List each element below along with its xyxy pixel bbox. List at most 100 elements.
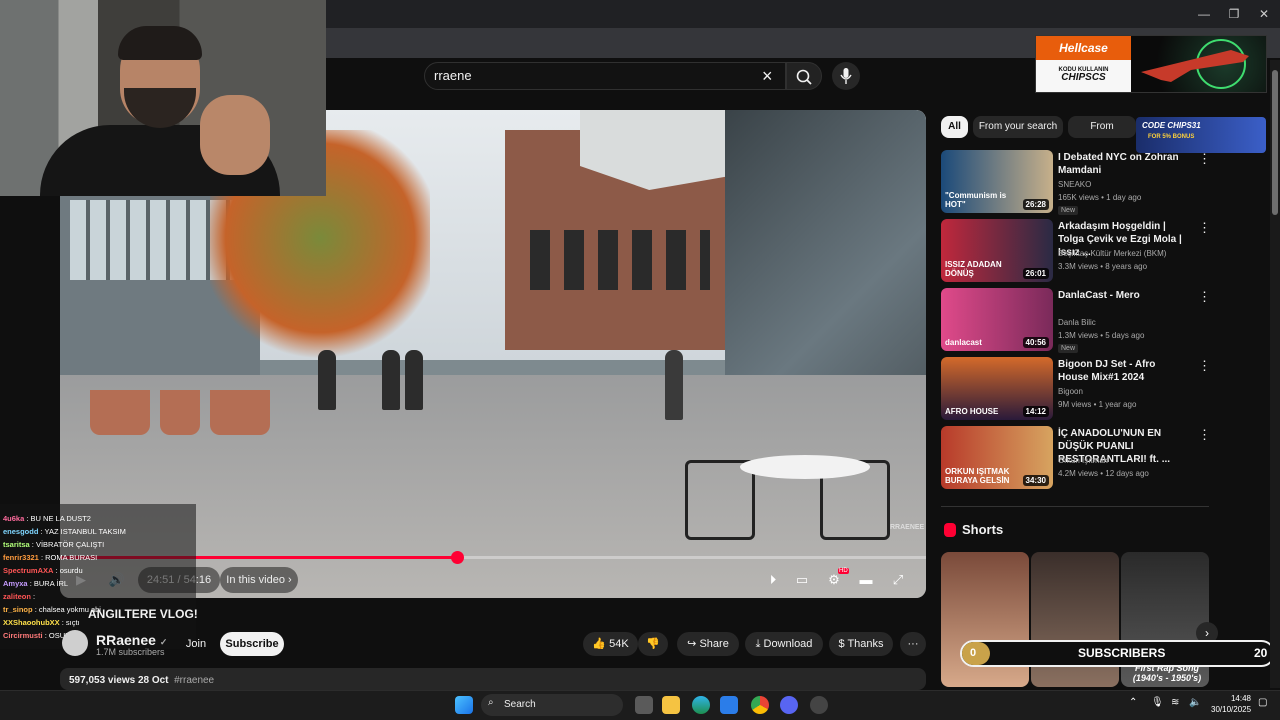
progress-scrubber[interactable]	[450, 551, 464, 564]
video-channel[interactable]: Danla Bilic	[1058, 318, 1096, 327]
theater-icon[interactable]: ▬	[853, 568, 879, 592]
stream-chat	[0, 504, 196, 649]
ad-mini-bonus: FOR 5% BONUS	[1148, 134, 1195, 140]
channel-subscribers: 1.7M subscribers	[96, 647, 165, 657]
video-menu-icon[interactable]: ⋮	[1198, 151, 1211, 167]
video-pedestrian	[405, 350, 423, 410]
video-menu-icon[interactable]: ⋮	[1198, 358, 1211, 374]
chat-username: Amyxa	[3, 579, 28, 588]
channel-name[interactable]: RRaenee ✓	[96, 632, 167, 648]
store-icon[interactable]	[720, 696, 738, 714]
video-channel[interactable]: SNEAKO	[1058, 180, 1091, 189]
webcam-beard	[124, 88, 196, 128]
chip-from-search[interactable]: From your search	[973, 116, 1063, 138]
video-thumbnail[interactable]: "Communism is HOT" 26:28	[941, 150, 1053, 213]
share-button[interactable]: ↪ Share	[677, 632, 739, 656]
clock-time: 14:48	[1230, 694, 1251, 703]
video-menu-icon[interactable]: ⋮	[1198, 220, 1211, 236]
taskbar-search[interactable]	[481, 694, 623, 716]
share-label: Share	[699, 638, 729, 650]
video-channel[interactable]: Bigoon	[1058, 387, 1083, 396]
clear-search-icon[interactable]: ×	[762, 66, 773, 87]
video-thumbnail[interactable]: ORKUN IŞITMAK BURAYA GELSİN 34:30	[941, 426, 1053, 489]
taskbar-clock[interactable]: 14:48 30/10/2025	[1211, 693, 1251, 715]
video-menu-icon[interactable]: ⋮	[1198, 427, 1211, 443]
voice-search-button[interactable]	[832, 62, 860, 90]
video-duration: 26:28	[1022, 199, 1049, 210]
chat-message: tsaritsa : VİBRATÖR ÇALIŞTI	[3, 540, 104, 549]
chat-message: fenrir3321 : ROMA BURASI	[3, 553, 97, 562]
description-text: 597,053 views 28 Oct #rraenee	[69, 675, 214, 686]
chip-all[interactable]: All	[941, 116, 968, 138]
views-date: 597,053 views 28 Oct	[69, 675, 169, 686]
chat-message: tr_sinop : chalsea yokmu abi	[3, 605, 101, 614]
file-explorer-icon[interactable]	[662, 696, 680, 714]
ad-mini-code: CODE CHIPS31	[1142, 121, 1201, 130]
chrome-icon[interactable]	[751, 696, 769, 714]
search-input[interactable]	[424, 62, 786, 90]
dislike-icon: 👎	[646, 638, 660, 650]
mic-tray-icon[interactable]: 🎙	[1151, 697, 1164, 708]
sub-goal-current: 0	[970, 647, 977, 659]
clock-date: 30/10/2025	[1211, 705, 1252, 714]
thumbnail-caption: ORKUN IŞITMAK BURAYA GELSİN	[945, 467, 1010, 485]
autoplay-icon[interactable]: ⏵	[760, 568, 786, 592]
video-thumbnail[interactable]: danlacast 40:56	[941, 288, 1053, 351]
search-button[interactable]	[786, 62, 822, 90]
minimize-button[interactable]: —	[1189, 4, 1219, 24]
video-duration: 40:56	[1022, 337, 1049, 348]
chat-message: SpectrumAXA : osurdu	[3, 566, 83, 575]
chat-username: tr_sinop	[3, 605, 33, 614]
task-view-icon[interactable]	[635, 696, 653, 714]
channel-avatar[interactable]	[62, 630, 88, 656]
like-icon: 👍	[592, 638, 607, 650]
join-button[interactable]: Join	[177, 632, 215, 656]
dislike-button[interactable]: 👎	[638, 632, 668, 656]
hashtag[interactable]: #rraenee	[174, 675, 214, 686]
chat-username: zaliteon	[3, 592, 31, 601]
scrollbar-thumb[interactable]	[1272, 70, 1278, 215]
chip-from-channel[interactable]: From RRaenee	[1068, 116, 1136, 138]
chat-message: 4u6ka : BU NE LA DUST2	[3, 514, 91, 523]
video-title[interactable]: I Debated NYC on Zohran Mamdani	[1058, 151, 1188, 177]
video-pedestrian	[318, 350, 336, 410]
chat-text: :	[33, 592, 36, 601]
ad-code-box: KODU KULLANIN CHIPSCS	[1036, 60, 1131, 92]
video-title-overlay: ANGILTERE VLOG!	[88, 607, 198, 621]
subscribe-button[interactable]: Subscribe	[220, 632, 284, 656]
chapter-button[interactable]: In this video ›	[220, 567, 298, 593]
chat-text: : ROMA BURASI	[40, 553, 98, 562]
like-count: 54K	[609, 638, 629, 650]
subtitles-icon[interactable]: ▭	[789, 568, 815, 592]
tray-chevron-icon[interactable]: ⌃	[1129, 697, 1137, 708]
wifi-icon[interactable]: ≋	[1171, 697, 1179, 708]
hd-badge: HD	[838, 568, 849, 574]
edge-icon[interactable]	[692, 696, 710, 714]
more-actions-button[interactable]: ···	[900, 632, 926, 656]
video-title[interactable]: DanlaCast - Mero	[1058, 289, 1188, 302]
video-pedestrian	[665, 350, 683, 420]
close-window-button[interactable]: ✕	[1249, 4, 1279, 24]
app-icon[interactable]	[810, 696, 828, 714]
notification-icon[interactable]: ▢	[1258, 697, 1267, 708]
fullscreen-icon[interactable]: ⤢	[885, 568, 911, 592]
chat-username: XXShaoohubXX	[3, 618, 60, 627]
new-badge: New	[1058, 206, 1079, 215]
like-button[interactable]: 👍 54K	[583, 632, 638, 656]
video-menu-icon[interactable]: ⋮	[1198, 289, 1211, 305]
video-channel[interactable]: Orkun Işıtmak	[1058, 456, 1108, 465]
chat-message: enesgodd : YAZ ISTANBUL TAKSIM	[3, 527, 126, 536]
discord-icon[interactable]	[780, 696, 798, 714]
thumbnail-caption: danlacast	[945, 338, 982, 347]
windows-start-icon[interactable]	[455, 696, 473, 714]
thanks-button[interactable]: $ Thanks	[829, 632, 893, 656]
video-channel[interactable]: Beşiktaş Kültür Merkezi (BKM)	[1058, 249, 1166, 258]
video-title[interactable]: Bigoon DJ Set - Afro House Mix#1 2024	[1058, 358, 1188, 384]
download-button[interactable]: ⤓ Download	[745, 632, 823, 656]
thumbnail-caption: ISSIZ ADADAN DÖNÜŞ	[945, 260, 1002, 278]
volume-tray-icon[interactable]: 🔈	[1189, 697, 1201, 708]
video-thumbnail[interactable]: AFRO HOUSE 14:12	[941, 357, 1053, 420]
maximize-button[interactable]: ❐	[1219, 4, 1249, 24]
video-thumbnail[interactable]: ISSIZ ADADAN DÖNÜŞ 26:01	[941, 219, 1053, 282]
video-chair	[685, 460, 755, 540]
